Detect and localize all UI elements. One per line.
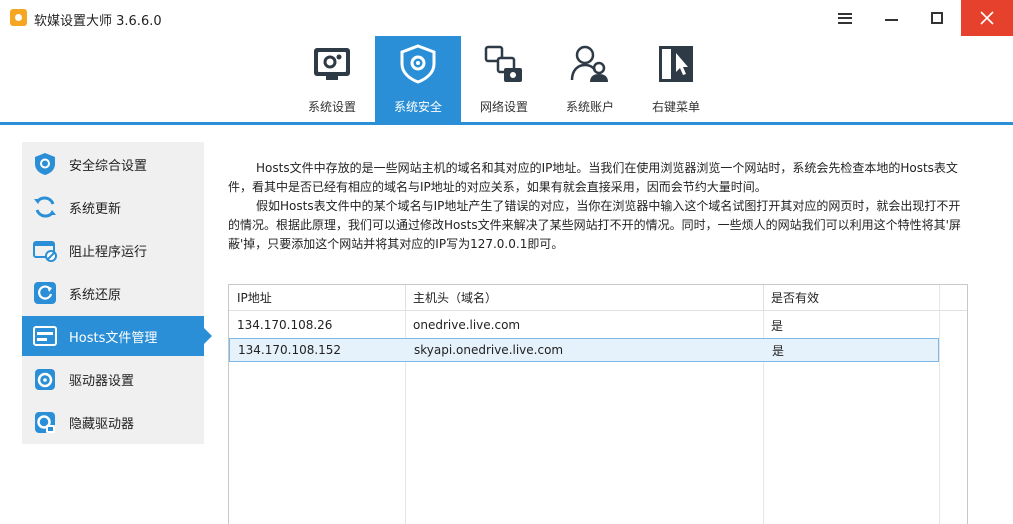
sidebar-item-system-restore[interactable]: 系统还原 (22, 273, 204, 313)
hosts-icon (33, 326, 57, 346)
sidebar-item-label: 安全综合设置 (69, 158, 148, 174)
column-header-ip[interactable]: IP地址 (229, 285, 405, 310)
table-row-selected[interactable]: 134.170.108.152 skyapi.onedrive.live.com… (229, 338, 939, 362)
sidebar-item-label: 阻止程序运行 (69, 244, 148, 260)
hamburger-icon (838, 12, 852, 24)
app-logo-icon (10, 9, 27, 26)
column-divider (763, 285, 764, 311)
tab-system-accounts[interactable]: 系统账户 (547, 36, 633, 122)
context-menu-icon (659, 46, 693, 82)
sidebar-item-hide-drive[interactable]: 隐藏驱动器 (22, 402, 204, 442)
close-icon (980, 11, 994, 25)
block-program-icon (33, 241, 57, 262)
table-header: IP地址 主机头（域名） 是否有效 (229, 285, 967, 311)
minimize-icon (884, 19, 898, 21)
tab-context-menu[interactable]: 右键菜单 (633, 36, 719, 122)
sidebar-item-label: Hosts文件管理 (69, 330, 158, 346)
cell-ip: 134.170.108.26 (237, 318, 333, 332)
refresh-icon (34, 196, 56, 218)
users-icon (570, 45, 608, 82)
sidebar-item-label: 系统更新 (69, 201, 122, 217)
drive-icon (35, 369, 55, 390)
tab-label: 系统账户 (565, 100, 614, 114)
title-bar: 软媒设置大师 3.6.6.0 (0, 0, 1013, 36)
description-paragraph: 假如Hosts表文件中的某个域名与IP地址产生了错误的对应，当你在浏览器中输入这… (228, 199, 961, 251)
column-divider (405, 285, 406, 311)
monitor-gear-icon (314, 48, 350, 80)
sidebar-item-hosts[interactable]: Hosts文件管理 (22, 316, 212, 356)
tab-network-settings[interactable]: 网络设置 (461, 36, 547, 122)
tab-label: 网络设置 (479, 100, 528, 114)
hosts-table[interactable]: IP地址 主机头（域名） 是否有效 134.170.108.26 onedriv… (228, 284, 968, 524)
tab-label: 系统安全 (393, 100, 442, 114)
sidebar: 安全综合设置 系统更新 阻止程序运行 系统还原 Hosts文件管理 驱动器设置 … (22, 142, 212, 444)
menu-button[interactable] (822, 0, 868, 36)
cell-host: onedrive.live.com (413, 318, 521, 332)
maximize-button[interactable] (914, 0, 960, 36)
shield-gear-icon (400, 44, 436, 84)
table-row[interactable]: 134.170.108.26 onedrive.live.com 是 (229, 313, 939, 337)
sidebar-item-label: 驱动器设置 (69, 373, 135, 389)
column-header-host[interactable]: 主机头（域名） (405, 285, 763, 310)
cell-valid: 是 (771, 318, 784, 333)
cell-host: skyapi.onedrive.live.com (414, 343, 564, 357)
sidebar-item-system-update[interactable]: 系统更新 (22, 187, 204, 227)
tab-label: 系统设置 (307, 100, 356, 114)
main-toolbar: 系统设置 系统安全 网络设置 系统账户 右键菜单 (0, 36, 1013, 122)
sidebar-item-drive-settings[interactable]: 驱动器设置 (22, 359, 204, 399)
sidebar-item-block-program[interactable]: 阻止程序运行 (22, 230, 204, 270)
close-button[interactable] (961, 0, 1013, 36)
toolbar-divider (0, 122, 1013, 125)
sidebar-item-label: 隐藏驱动器 (69, 416, 135, 432)
network-icon (484, 45, 522, 82)
tab-system-security[interactable]: 系统安全 (375, 36, 461, 122)
restore-icon (34, 282, 56, 304)
hidden-drive-icon (35, 412, 55, 433)
tab-label: 右键菜单 (651, 100, 700, 114)
sidebar-item-security-settings[interactable]: 安全综合设置 (22, 144, 204, 184)
cell-ip: 134.170.108.152 (238, 343, 342, 357)
table-scrollbar[interactable] (939, 285, 967, 524)
cell-valid: 是 (772, 343, 785, 358)
minimize-button[interactable] (868, 0, 914, 36)
hosts-description: Hosts文件中存放的是一些网站主机的域名和其对应的IP地址。当我们在使用浏览器… (228, 159, 968, 254)
shield-icon (35, 153, 55, 175)
maximize-icon (931, 12, 943, 24)
description-paragraph: Hosts文件中存放的是一些网站主机的域名和其对应的IP地址。当我们在使用浏览器… (228, 161, 958, 194)
tab-system-settings[interactable]: 系统设置 (289, 36, 375, 122)
sidebar-item-label: 系统还原 (69, 287, 122, 303)
column-header-valid[interactable]: 是否有效 (763, 285, 939, 310)
window-title: 软媒设置大师 3.6.6.0 (34, 14, 162, 29)
